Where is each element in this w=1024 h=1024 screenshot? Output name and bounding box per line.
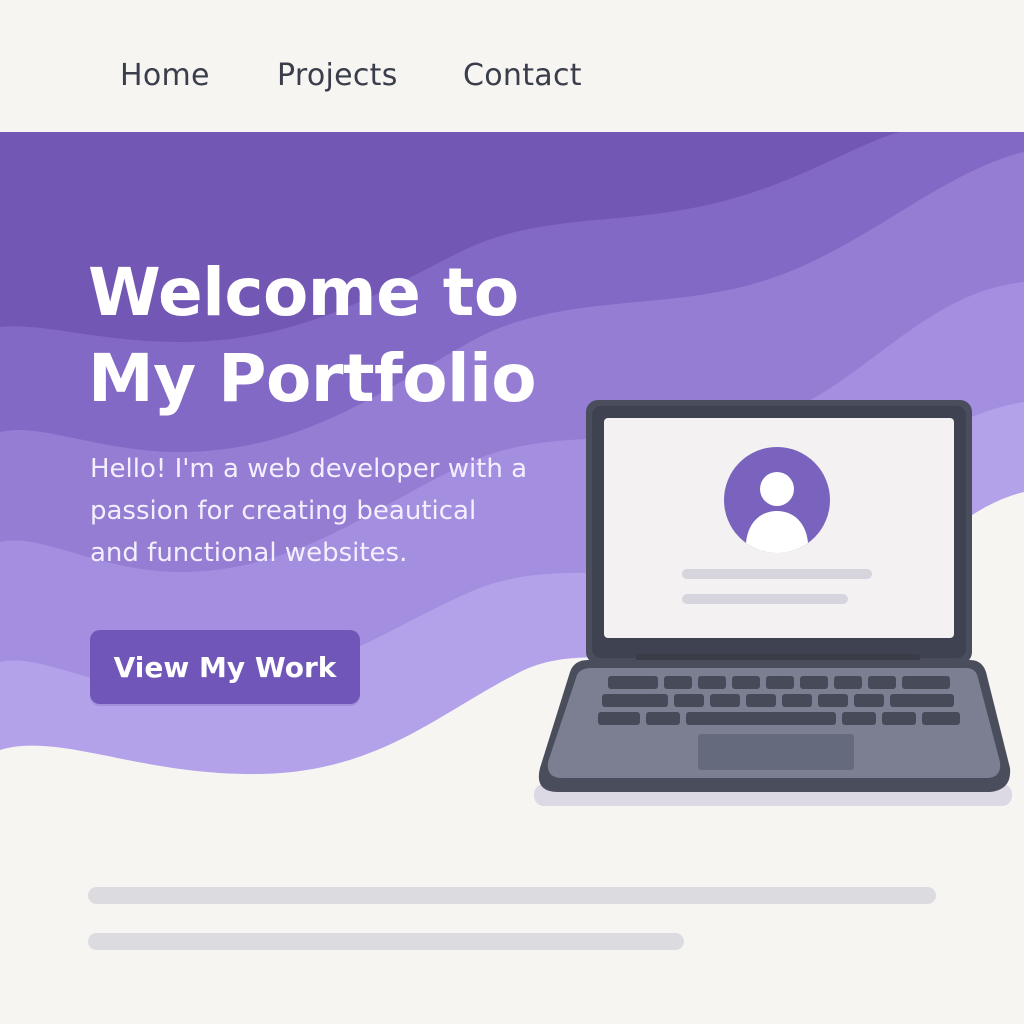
nav-link-projects[interactable]: Projects	[277, 58, 398, 93]
nav-link-contact[interactable]: Contact	[463, 58, 582, 93]
nav-link-home[interactable]: Home	[120, 58, 210, 93]
hero-title-line-1: Welcome to	[88, 254, 519, 331]
hero-title-line-2: My Portfolio	[88, 340, 537, 417]
hero-title: Welcome to My Portfolio	[88, 250, 568, 422]
screen-text-line-1	[682, 569, 872, 579]
hero-description: Hello! I'm a web developer with a passio…	[90, 454, 528, 568]
placeholder-line-2	[88, 933, 684, 950]
portfolio-page: Home Projects Contact Welcome to My Port…	[0, 0, 1024, 1024]
placeholder-line-1	[88, 887, 936, 904]
screen-text-line-2	[682, 594, 848, 604]
user-avatar-icon	[724, 447, 830, 553]
top-navigation: Home Projects Contact	[0, 0, 1024, 132]
view-my-work-button[interactable]: View My Work	[90, 630, 360, 704]
